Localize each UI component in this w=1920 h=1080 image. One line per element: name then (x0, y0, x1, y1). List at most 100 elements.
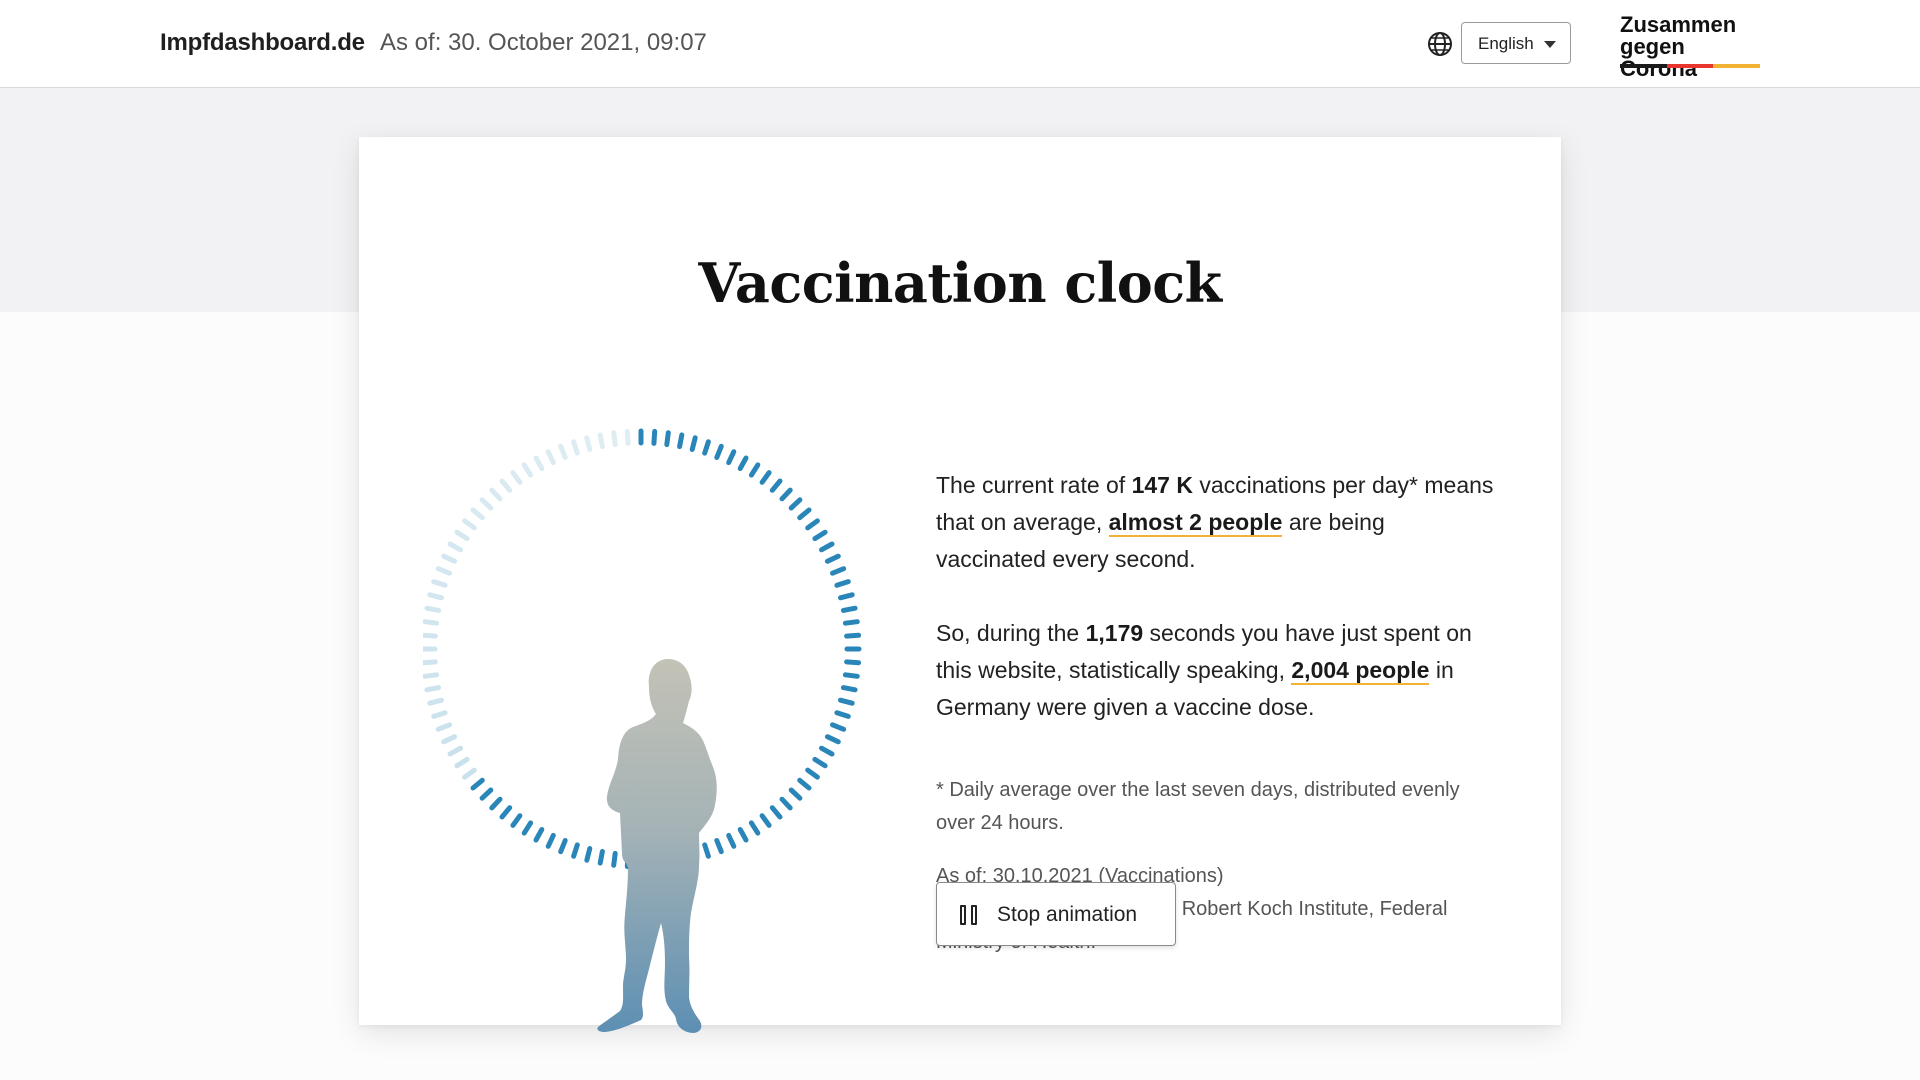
rate-paragraph: The current rate of 147 K vaccinations p… (936, 472, 1494, 572)
clock-tick (748, 820, 761, 836)
header-as-of: As of: 30. October 2021, 09:07 (380, 29, 707, 56)
vaccination-clock-graphic (423, 428, 862, 1033)
clock-tick (824, 734, 841, 745)
clock-tick (611, 430, 618, 448)
clock-tick (571, 842, 580, 859)
clock-tick (840, 605, 858, 613)
clock-tick (819, 541, 835, 553)
clock-tick (447, 541, 463, 553)
clock-tick (737, 827, 749, 843)
clock-tick (454, 529, 470, 542)
zusammen-gegen-corona-logo[interactable]: Zusammen gegen Corona (1620, 12, 1762, 80)
clock-tick (737, 455, 749, 471)
clock-tick (447, 745, 463, 757)
clock-tick (441, 734, 458, 745)
vaccination-clock-card: Vaccination clock The current rate of 14… (359, 137, 1561, 1033)
people-per-second: almost 2 people (1108, 509, 1283, 537)
clock-tick (702, 439, 711, 456)
clock-tick (499, 478, 513, 493)
globe-icon (1428, 32, 1452, 56)
clock-tick (769, 805, 783, 820)
site-brand[interactable]: Impfdashboard.de (160, 28, 365, 58)
clock-tick (838, 592, 855, 601)
clock-tick (423, 672, 440, 679)
language-select-value: English (1478, 34, 1534, 53)
clock-tick (844, 632, 862, 639)
clock-tick (840, 685, 858, 693)
clock-tick (489, 796, 503, 811)
clock-tick (689, 435, 698, 452)
clock-tick (510, 470, 523, 485)
clock-tick (441, 553, 458, 564)
clock-tick (788, 497, 803, 511)
elapsed-paragraph: So, during the 1,179 seconds you have ju… (936, 620, 1472, 720)
clock-tick (510, 813, 523, 828)
logo-color-bar (1620, 64, 1761, 68)
clock-tick (805, 767, 820, 780)
people-vaccinated-count: 2,004 people (1291, 657, 1430, 685)
clock-tick (521, 462, 534, 478)
clock-tick (424, 605, 442, 613)
clock-tick (812, 529, 828, 542)
clock-tick (479, 497, 494, 511)
clock-tick (499, 805, 513, 820)
stop-animation-button[interactable]: Stop animation (936, 882, 1176, 946)
clock-tick (423, 659, 438, 666)
clock-tick (470, 507, 485, 521)
language-select[interactable]: English (1461, 22, 1571, 64)
clock-tick (454, 756, 470, 769)
clock-tick (830, 722, 847, 732)
clock-tick (844, 659, 862, 666)
clock-tick (558, 838, 568, 855)
clock-tick (824, 553, 841, 564)
clock-tick (842, 672, 860, 679)
clock-tick (834, 710, 851, 719)
clock-tick (779, 487, 793, 502)
clock-tick (545, 832, 556, 849)
clock-tick (423, 619, 440, 626)
clock-tick (759, 470, 772, 485)
clock-tick (435, 566, 452, 576)
clock-tick (812, 756, 828, 769)
clock-tick (597, 848, 605, 866)
clock-tick (435, 722, 452, 732)
clock-tick (571, 439, 580, 456)
clock-tick (664, 430, 671, 448)
clock-tick (462, 518, 477, 531)
clock-tick (834, 579, 851, 588)
clock-tick (584, 846, 593, 863)
clock-tick (558, 443, 568, 460)
clock-tick (819, 745, 835, 757)
clock-tick (470, 777, 485, 791)
clock-tick (769, 478, 783, 493)
clock-tick (427, 697, 444, 706)
clock-tick (714, 838, 724, 855)
clock-tick (842, 619, 860, 626)
clock-tick (521, 820, 534, 836)
clock-tick (545, 449, 556, 466)
page-title: Vaccination clock (698, 251, 1222, 316)
clock-tick (533, 827, 545, 843)
clock-tick (489, 487, 503, 502)
clock-tick (797, 507, 812, 521)
clock-tick (611, 850, 618, 868)
clock-tick (726, 832, 737, 849)
clock-tick (584, 435, 593, 452)
pause-icon (960, 905, 978, 925)
clock-tick (726, 449, 737, 466)
logo-line-1: Zusammen (1620, 12, 1737, 37)
elapsed-seconds: 1,179 (1085, 620, 1144, 646)
clock-tick (533, 455, 545, 471)
clock-tick (424, 685, 442, 693)
clock-tick (788, 787, 803, 801)
clock-tick (779, 796, 793, 811)
clock-tick (797, 777, 812, 791)
logo-line-2: gegen Corona (1620, 34, 1697, 81)
clock-tick (462, 767, 477, 780)
rate-value: 147 K (1131, 472, 1193, 498)
stop-animation-label: Stop animation (997, 903, 1138, 926)
clock-tick (423, 632, 438, 639)
clock-tick (805, 518, 820, 531)
clock-tick (702, 842, 711, 859)
clock-tick (427, 592, 444, 601)
